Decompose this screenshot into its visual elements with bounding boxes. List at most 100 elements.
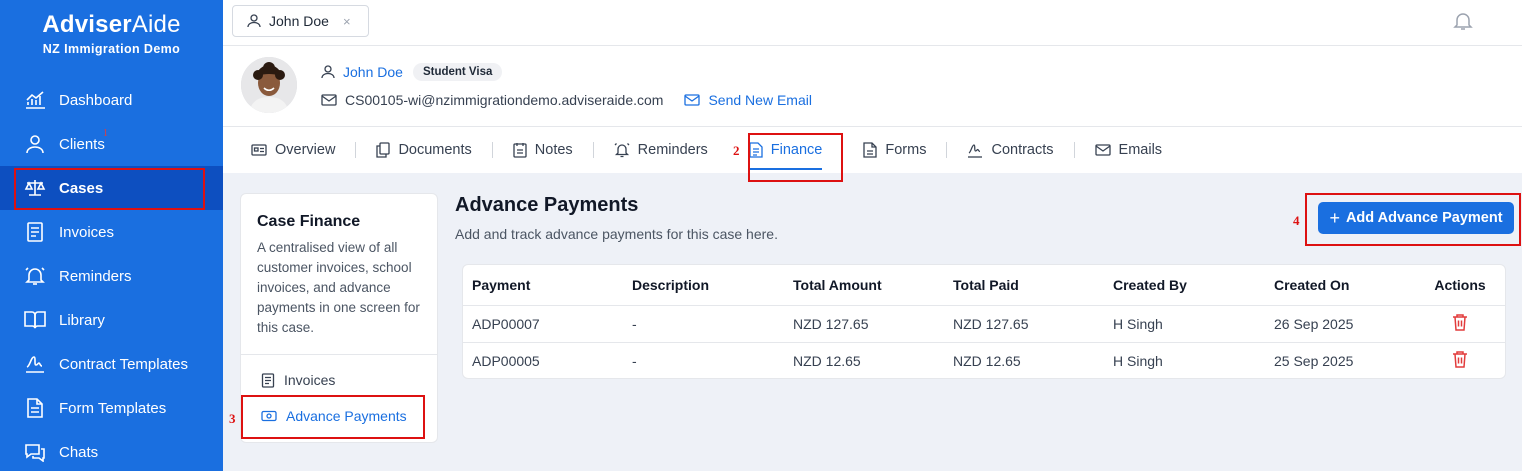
column-header[interactable]: Total Paid	[944, 265, 1104, 306]
sidebar-item-label: Invoices	[59, 223, 115, 241]
sidebar-item-clients[interactable]: Clients 1	[0, 122, 223, 166]
sidebar-item-label: Cases	[59, 179, 104, 197]
client-name-row: John Doe Student Visa	[321, 63, 503, 81]
tab-label: Finance	[770, 142, 823, 158]
tab-label: Reminders	[637, 142, 708, 158]
form-icon	[24, 397, 46, 419]
tab-finance[interactable]: Finance	[748, 127, 823, 173]
sidebar-item-label: Reminders	[59, 267, 132, 285]
sidebar-item-reminders[interactable]: Reminders	[0, 254, 223, 298]
table-row[interactable]: ADP00007 - NZD 127.65 NZD 127.65 H Singh…	[463, 305, 1505, 343]
table-header-row: Payment Description Total Amount Total P…	[463, 265, 1505, 306]
cell-description: -	[632, 352, 637, 369]
notifications-bell-icon[interactable]	[1452, 10, 1474, 37]
case-finance-description: A centralised view of all customer invoi…	[257, 240, 420, 335]
user-icon	[24, 133, 46, 155]
finance-link-invoices[interactable]: Invoices	[261, 372, 335, 388]
column-header[interactable]: Payment	[463, 265, 623, 306]
sidebar-item-label: Contract Templates	[59, 355, 188, 373]
tab-label: Contracts	[991, 142, 1054, 158]
sidebar-item-cases[interactable]: Cases	[0, 166, 223, 210]
close-icon[interactable]: ×	[343, 14, 351, 29]
sidebar-item-dashboard[interactable]: Dashboard	[0, 78, 223, 122]
signature-icon	[967, 142, 983, 158]
column-header[interactable]: Total Amount	[784, 265, 944, 306]
finance-link-label: Invoices	[284, 372, 336, 388]
invoice-icon	[24, 221, 46, 243]
sidebar-item-label: Chats	[59, 443, 99, 461]
mail-icon	[321, 93, 337, 107]
client-name-link[interactable]: John Doe	[343, 64, 403, 80]
chart-icon	[24, 89, 46, 111]
case-finance-card: Case Finance A centralised view of all c…	[240, 193, 438, 443]
cell-total-amount: NZD 127.65	[784, 305, 944, 343]
sidebar-item-label: Dashboard	[59, 91, 133, 109]
delete-icon[interactable]	[1452, 313, 1468, 331]
divider	[241, 354, 437, 355]
tab-divider	[491, 142, 493, 158]
tab-divider	[355, 142, 357, 158]
table-row[interactable]: ADP00005 - NZD 12.65 NZD 12.65 H Singh 2…	[463, 342, 1505, 378]
invoice-icon	[261, 372, 275, 388]
plus-icon: +	[1329, 208, 1340, 228]
cell-created-by: H Singh	[1104, 305, 1265, 343]
tab-divider	[842, 142, 844, 158]
tab-divider	[1073, 142, 1075, 158]
cell-total-paid: NZD 127.65	[944, 305, 1104, 343]
sidebar-item-label: Library	[59, 311, 105, 329]
mail-icon	[1094, 143, 1111, 157]
cell-created-by: H Singh	[1113, 352, 1163, 369]
tab-documents[interactable]: Documents	[376, 127, 472, 173]
form-icon	[863, 142, 878, 158]
cell-total-paid: NZD 12.65	[953, 352, 1021, 369]
column-header[interactable]: Created On	[1265, 265, 1415, 306]
scale-icon	[24, 177, 46, 199]
cell-actions	[1415, 305, 1505, 343]
cell-description: -	[623, 305, 784, 343]
sidebar-item-form-templates[interactable]: Form Templates	[0, 386, 223, 430]
brand: AdviserAide NZ Immigration Demo	[0, 0, 223, 56]
send-email-label: Send New Email	[708, 92, 812, 108]
tab-contracts[interactable]: Contracts	[967, 127, 1054, 173]
sidebar-item-invoices[interactable]: Invoices	[0, 210, 223, 254]
send-email-button[interactable]: Send New Email	[684, 92, 812, 108]
tab-notes[interactable]: Notes	[513, 127, 573, 173]
bell-icon	[24, 265, 46, 287]
cell-actions	[1415, 342, 1505, 378]
sidebar-item-contract-templates[interactable]: Contract Templates	[0, 342, 223, 386]
user-icon	[247, 14, 261, 28]
column-header[interactable]: Created By	[1104, 265, 1265, 306]
tab-divider	[728, 142, 729, 158]
client-tab-label: John Doe	[269, 13, 329, 29]
sidebar-item-label: Form Templates	[59, 399, 167, 417]
id-card-icon	[251, 143, 267, 157]
tab-emails[interactable]: Emails	[1094, 127, 1163, 173]
tab-divider	[592, 142, 594, 158]
notes-icon	[513, 142, 527, 158]
annotation-label: 4	[1293, 213, 1300, 228]
tab-label: Emails	[1118, 142, 1163, 158]
signature-icon	[24, 353, 46, 375]
column-header[interactable]: Description	[623, 265, 784, 306]
finance-link-advance-payments[interactable]: Advance Payments	[261, 408, 407, 424]
tab-forms[interactable]: Forms	[863, 127, 926, 173]
tab-overview[interactable]: Overview	[251, 127, 335, 173]
client-tab[interactable]: John Doe ×	[232, 5, 369, 37]
tab-reminders[interactable]: Reminders	[614, 127, 708, 173]
mail-icon	[684, 93, 701, 107]
delete-icon[interactable]	[1452, 350, 1468, 368]
tab-label: Forms	[885, 142, 927, 158]
user-icon	[321, 65, 335, 79]
tab-label: Overview	[275, 142, 336, 158]
top-bar: John Doe ×	[223, 0, 1522, 46]
bell-icon	[614, 142, 630, 158]
advance-payments-table: Payment Description Total Amount Total P…	[462, 264, 1506, 379]
brand-logo[interactable]: AdviserAide	[0, 11, 223, 39]
add-advance-payment-button[interactable]: + Add Advance Payment	[1318, 202, 1514, 234]
sidebar-item-chats[interactable]: Chats	[0, 430, 223, 471]
avatar	[241, 57, 297, 113]
finance-icon	[749, 142, 763, 158]
sidebar-nav: Dashboard Clients 1 Cases Invoices Remin…	[0, 78, 223, 471]
sidebar-item-library[interactable]: Library	[0, 298, 223, 342]
cell-total-amount: NZD 12.65	[793, 352, 861, 369]
